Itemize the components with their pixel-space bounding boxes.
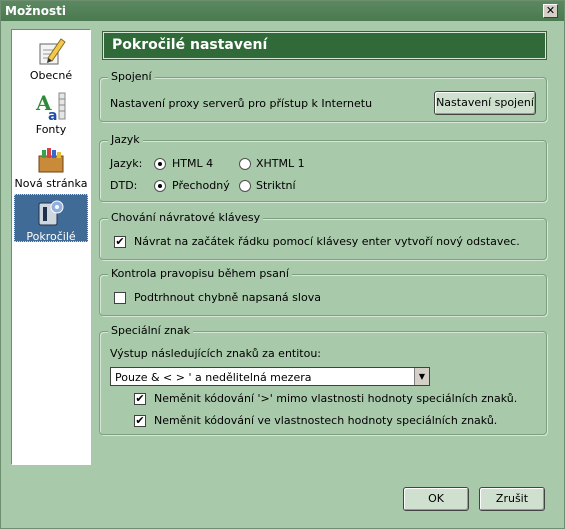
keep-gt-outside-label[interactable]: Neměnit kódování '>' mimo vlastnosti hod… xyxy=(154,392,517,405)
sidebar-item-label: Pokročilé xyxy=(26,230,76,243)
connection-group: Spojení Nastavení proxy serverů pro přís… xyxy=(99,70,547,122)
underline-misspelled-label[interactable]: Podtrhnout chybně napsaná slova xyxy=(134,291,321,304)
xhtml1-radio[interactable] xyxy=(239,158,251,170)
underline-misspelled-checkbox[interactable] xyxy=(114,292,126,304)
sidebar-item-label: Nová stránka xyxy=(14,177,88,190)
chevron-down-icon[interactable]: ▼ xyxy=(414,368,429,385)
sidebar-item-label: Obecné xyxy=(29,69,73,82)
keep-gt-outside-checkbox[interactable]: ✔ xyxy=(134,393,146,405)
enter-new-paragraph-checkbox[interactable]: ✔ xyxy=(114,236,126,248)
entity-output-select[interactable]: Pouze & < > ' a nedělitelná mezera ▼ xyxy=(110,367,430,386)
spellcheck-legend: Kontrola pravopisu během psaní xyxy=(108,267,292,280)
keep-in-attributes-checkbox[interactable]: ✔ xyxy=(134,415,146,427)
strict-radio[interactable] xyxy=(239,180,251,192)
output-entities-label: Výstup následujících znaků za entitou: xyxy=(110,347,322,360)
ok-button[interactable]: OK xyxy=(403,487,469,511)
xhtml1-label[interactable]: XHTML 1 xyxy=(256,157,305,170)
close-button[interactable]: ✕ xyxy=(543,4,558,18)
sidebar-item-label: Fonty xyxy=(35,123,67,136)
sidebar-item-fonts[interactable]: A a Fonty xyxy=(14,88,88,138)
options-dialog: Možnosti ✕ Obecné A a Fonty Nová stránka… xyxy=(0,0,565,529)
title-bar[interactable]: Možnosti ✕ xyxy=(1,1,564,21)
pencil-paper-icon xyxy=(35,36,67,68)
fonts-icon: A a xyxy=(35,90,67,124)
html4-radio[interactable] xyxy=(154,158,166,170)
cancel-button[interactable]: Zrušit xyxy=(479,487,545,511)
advanced-settings-icon xyxy=(35,197,67,229)
sidebar-item-new-page[interactable]: Nová stránka xyxy=(14,142,88,192)
connection-legend: Spojení xyxy=(108,70,155,83)
language-legend: Jazyk xyxy=(108,133,143,146)
page-title: Pokročilé nastavení xyxy=(102,31,547,60)
sidebar-item-general[interactable]: Obecné xyxy=(14,34,88,84)
proxy-description: Nastavení proxy serverů pro přístup k In… xyxy=(110,97,373,110)
special-chars-legend: Speciální znak xyxy=(108,324,194,337)
language-group: Jazyk Jazyk: HTML 4 XHTML 1 DTD: Přechod… xyxy=(99,133,547,202)
enter-key-group: Chování návratové klávesy ✔ Návrat na za… xyxy=(99,211,547,260)
new-page-icon xyxy=(35,144,67,176)
transitional-label[interactable]: Přechodný xyxy=(172,179,230,192)
keep-in-attributes-label[interactable]: Neměnit kódování ve vlastnostech hodnoty… xyxy=(154,414,497,427)
language-label: Jazyk: xyxy=(110,157,143,170)
special-chars-group: Speciální znak Výstup následujících znak… xyxy=(99,324,547,435)
category-sidebar: Obecné A a Fonty Nová stránka Pokročilé xyxy=(11,29,91,465)
dtd-label: DTD: xyxy=(110,179,138,192)
window-title: Možnosti xyxy=(5,4,66,18)
sidebar-item-advanced[interactable]: Pokročilé xyxy=(14,194,88,243)
connection-settings-button[interactable]: Nastavení spojení xyxy=(434,91,536,115)
enter-new-paragraph-label[interactable]: Návrat na začátek řádku pomocí klávesy e… xyxy=(134,235,520,248)
entity-output-value: Pouze & < > ' a nedělitelná mezera xyxy=(115,371,312,384)
html4-label[interactable]: HTML 4 xyxy=(172,157,213,170)
svg-text:a: a xyxy=(48,108,57,122)
spellcheck-group: Kontrola pravopisu během psaní Podtrhnou… xyxy=(99,267,547,316)
transitional-radio[interactable] xyxy=(154,180,166,192)
strict-label[interactable]: Striktní xyxy=(256,179,296,192)
enter-key-legend: Chování návratové klávesy xyxy=(108,211,264,224)
